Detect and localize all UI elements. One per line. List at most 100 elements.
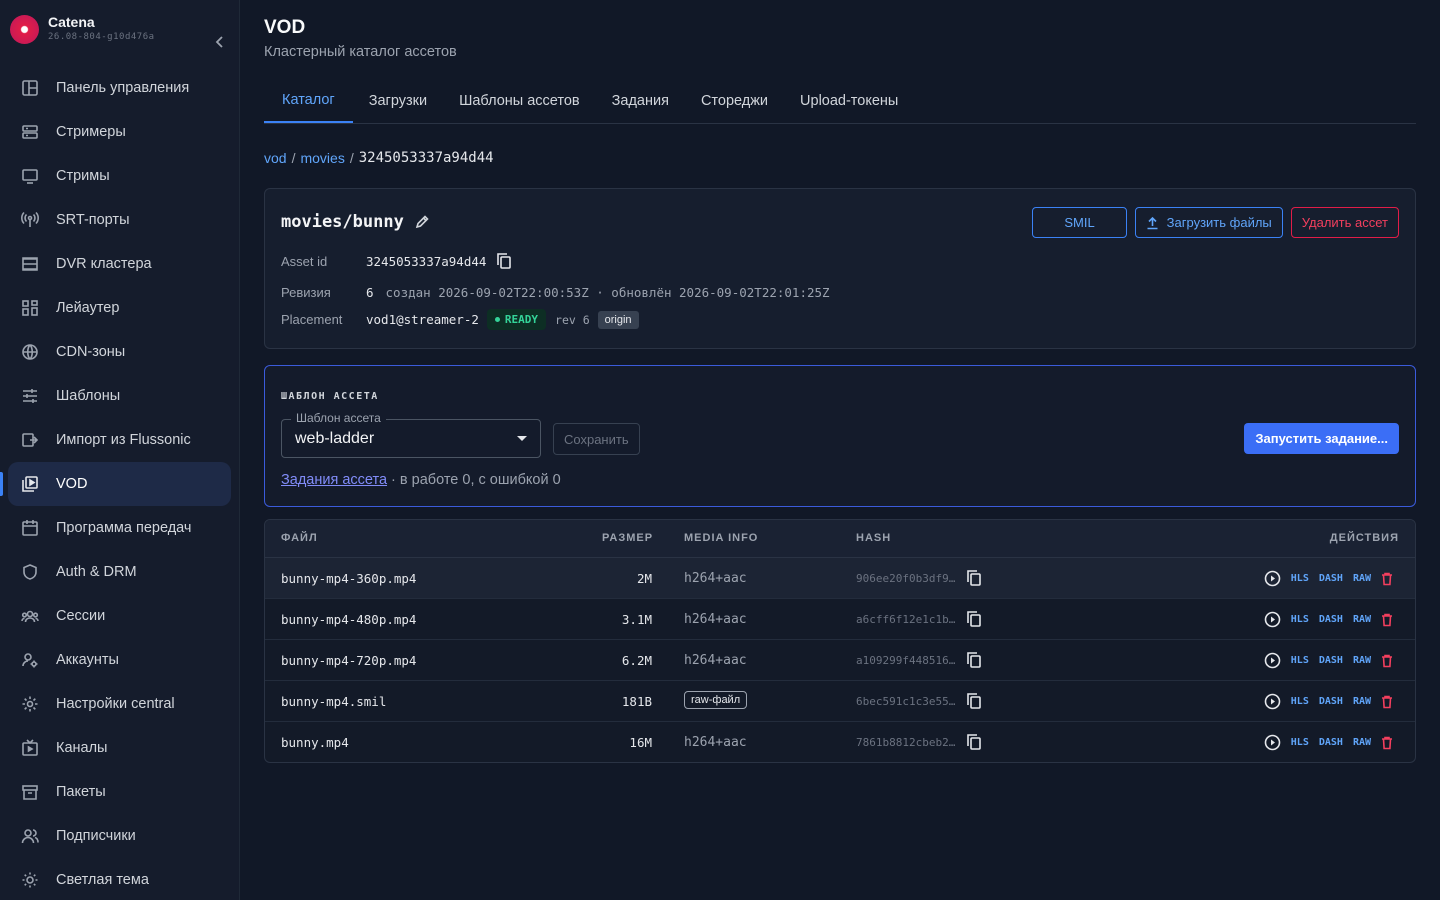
raw-link[interactable]: RAW [1353,696,1371,707]
sidebar-item-label: Сессии [56,608,106,624]
sidebar-item-streams[interactable]: Стримы [8,154,231,198]
sidebar-item-light-theme[interactable]: Светлая тема [8,858,231,900]
sidebar-item-flussonic-import[interactable]: Импорт из Flussonic [8,418,231,462]
sidebar-item-label: Пакеты [56,784,106,800]
template-select[interactable]: Шаблон ассета web-ladder [281,411,541,458]
table-row: bunny-mp4.smil 181B raw-файл 6bec591c1c3… [265,681,1415,722]
tab-uploads[interactable]: Загрузки [353,78,443,123]
upload-files-label: Загрузить файлы [1166,215,1272,230]
copy-hash-icon[interactable] [966,733,982,754]
edit-pencil-icon[interactable] [414,214,430,230]
trash-icon[interactable] [1381,695,1393,709]
status-text: READY [504,313,539,326]
copy-hash-icon[interactable] [966,569,982,590]
play-icon[interactable] [1264,611,1281,628]
dash-link[interactable]: DASH [1319,696,1343,707]
globe-icon [20,342,40,362]
dash-link[interactable]: DASH [1319,737,1343,748]
sidebar-item-label: Программа передач [56,520,192,536]
file-hash: 6bec591c1c3e55… [856,695,956,708]
play-icon[interactable] [1264,734,1281,751]
run-job-button[interactable]: Запустить задание... [1244,423,1399,454]
file-size: 2M [636,571,652,586]
breadcrumb-folder-link[interactable]: movies [300,150,344,166]
file-name: bunny-mp4-480p.mp4 [281,612,417,627]
trash-icon[interactable] [1381,654,1393,668]
placement-value: vod1@streamer-2 [366,312,479,327]
tab-jobs[interactable]: Задания [596,78,685,123]
copy-hash-icon[interactable] [966,651,982,672]
trash-icon[interactable] [1381,613,1393,627]
sidebar-item-sessions[interactable]: Сессии [8,594,231,638]
sidebar-item-label: DVR кластера [56,256,152,272]
template-jobs-summary: Задания ассета · в работе 0, с ошибкой 0 [281,472,561,488]
tab-asset-templates[interactable]: Шаблоны ассетов [443,78,596,123]
sidebar-item-dvr[interactable]: DVR кластера [8,242,231,286]
sidebar-item-channels[interactable]: Каналы [8,726,231,770]
sidebar-item-packages[interactable]: Пакеты [8,770,231,814]
sidebar-item-accounts[interactable]: Аккаунты [8,638,231,682]
tab-catalog[interactable]: Каталог [264,78,353,123]
trash-icon[interactable] [1381,736,1393,750]
users-icon [20,606,40,626]
sidebar-item-label: CDN-зоны [56,344,126,360]
template-heading: ШАБЛОН АССЕТА [281,391,379,402]
sidebar-item-auth-drm[interactable]: Auth & DRM [8,550,231,594]
tab-storages[interactable]: Стореджи [685,78,784,123]
row-actions: HLS DASH RAW [1264,693,1393,710]
asset-jobs-link[interactable]: Задания ассета [281,472,387,488]
asset-actions: SMIL Загрузить файлы Удалить ассет [1032,207,1399,238]
raw-link[interactable]: RAW [1353,614,1371,625]
upload-files-button[interactable]: Загрузить файлы [1134,207,1283,238]
copy-hash-icon[interactable] [966,692,982,713]
save-button[interactable]: Сохранить [553,423,640,455]
media-info: h264+aac [684,653,747,668]
sidebar-item-central-settings[interactable]: Настройки central [8,682,231,726]
dash-link[interactable]: DASH [1319,573,1343,584]
raw-link[interactable]: RAW [1353,573,1371,584]
play-icon[interactable] [1264,693,1281,710]
dash-link[interactable]: DASH [1319,655,1343,666]
tab-upload-tokens[interactable]: Upload-токены [784,78,914,123]
sidebar-item-srt-ports[interactable]: SRT-порты [8,198,231,242]
delete-asset-button[interactable]: Удалить ассет [1290,207,1399,238]
revision-tag: rev 6 [555,312,590,327]
smil-button[interactable]: SMIL [1032,207,1127,238]
sidebar-item-templates[interactable]: Шаблоны [8,374,231,418]
dash-link[interactable]: DASH [1319,614,1343,625]
hls-link[interactable]: HLS [1291,655,1309,666]
raw-link[interactable]: RAW [1353,737,1371,748]
trash-icon[interactable] [1381,572,1393,586]
hls-link[interactable]: HLS [1291,696,1309,707]
copy-icon[interactable] [496,252,512,270]
breadcrumb-separator: / [291,150,296,166]
sidebar-item-label: Светлая тема [56,872,149,888]
role-badge: origin [597,310,639,329]
gear-icon [20,694,40,714]
sidebar-item-vod[interactable]: VOD [0,462,231,506]
file-hash: a109299f448516… [856,654,956,667]
breadcrumb-root-link[interactable]: vod [264,150,287,166]
play-icon[interactable] [1264,652,1281,669]
breadcrumb-current: 3245053337a94d44 [358,150,494,166]
column-header-file: ФАЙЛ [281,532,318,544]
sidebar-item-label: Стримеры [56,124,126,140]
brand-version: 26.08-804-g10d476a [48,32,155,42]
hls-link[interactable]: HLS [1291,614,1309,625]
sidebar-item-epg[interactable]: Программа передач [8,506,231,550]
raw-link[interactable]: RAW [1353,655,1371,666]
sidebar-item-label: Каналы [56,740,108,756]
sidebar-item-cdn-zones[interactable]: CDN-зоны [8,330,231,374]
play-icon[interactable] [1264,570,1281,587]
sidebar-item-dashboard[interactable]: Панель управления [8,66,231,110]
hls-link[interactable]: HLS [1291,573,1309,584]
sidebar-collapse-button[interactable] [206,30,234,54]
storage-icon [20,254,40,274]
sidebar-item-streamers[interactable]: Стримеры [8,110,231,154]
hls-link[interactable]: HLS [1291,737,1309,748]
sidebar-item-layouter[interactable]: Лейаутер [8,286,231,330]
sidebar-item-subscribers[interactable]: Подписчики [8,814,231,858]
video-library-icon [20,474,40,494]
placement-label: Placement [281,312,343,327]
copy-hash-icon[interactable] [966,610,982,631]
